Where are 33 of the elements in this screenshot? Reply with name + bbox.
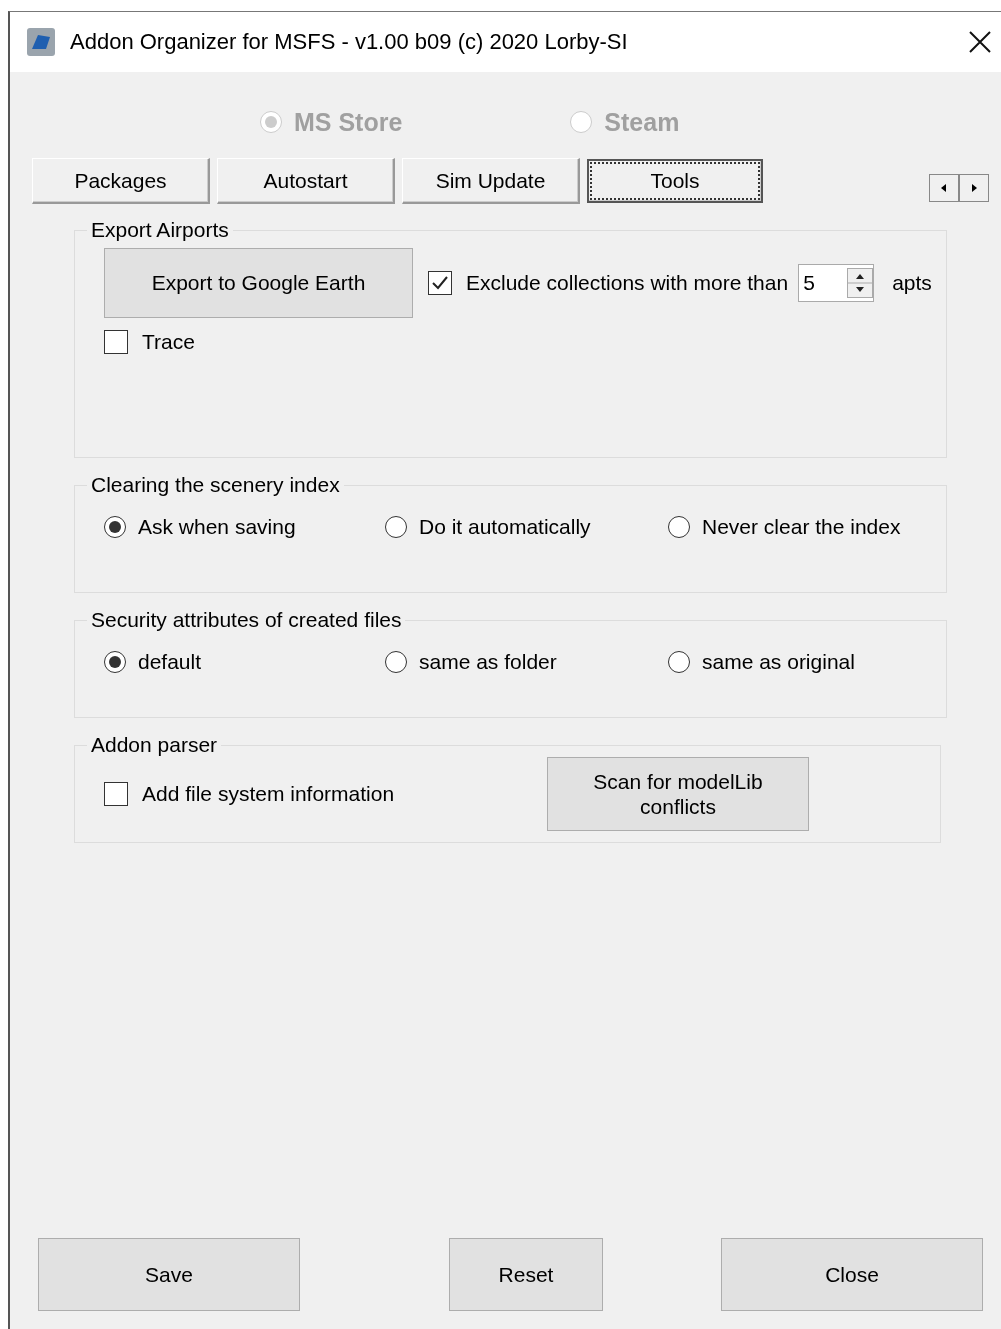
- app-icon: [26, 27, 56, 57]
- checkbox-label: Add file system information: [142, 782, 396, 806]
- scroll-left-icon[interactable]: [929, 174, 959, 202]
- tab[interactable]: Sim Update: [402, 158, 580, 204]
- dialog-button[interactable]: Close: [721, 1238, 983, 1311]
- group-title: Clearing the scenery index: [90, 473, 341, 497]
- tab[interactable]: Tools: [587, 159, 763, 203]
- radio-option[interactable]: Ask when saving: [104, 515, 385, 539]
- dialog-button[interactable]: Reset: [449, 1238, 603, 1311]
- group-title: Export Airports: [90, 218, 230, 242]
- tab[interactable]: Packages: [32, 158, 210, 204]
- dialog-button[interactable]: Save: [38, 1238, 300, 1311]
- checkbox-label: Trace: [142, 330, 195, 354]
- group-title: Security attributes of created files: [90, 608, 403, 632]
- checkbox[interactable]: [104, 330, 128, 354]
- radio-option[interactable]: default: [104, 650, 385, 674]
- radio-option[interactable]: same as folder: [385, 650, 668, 674]
- close-icon[interactable]: [969, 31, 991, 53]
- unit-label: apts: [892, 271, 932, 295]
- export-button[interactable]: Export to Google Earth: [104, 248, 413, 318]
- radio-option[interactable]: Never clear the index: [668, 515, 946, 539]
- checkbox-label: Exclude collections with more than: [466, 271, 789, 295]
- checkbox[interactable]: [104, 782, 128, 806]
- number-spinner[interactable]: 5: [798, 264, 875, 302]
- window-title: Addon Organizer for MSFS - v1.00 b09 (c) 2020 Lorby-SI: [70, 29, 629, 55]
- scan-button[interactable]: Scan for modelLib conflicts: [547, 757, 809, 831]
- checkbox[interactable]: [428, 271, 452, 295]
- tab[interactable]: Autostart: [217, 158, 395, 204]
- spin-arrows-icon[interactable]: [847, 268, 874, 298]
- radio-option[interactable]: Do it automatically: [385, 515, 668, 539]
- scroll-right-icon[interactable]: [959, 174, 989, 202]
- radio-option[interactable]: same as original: [668, 650, 946, 674]
- group-title: Addon parser: [90, 733, 219, 757]
